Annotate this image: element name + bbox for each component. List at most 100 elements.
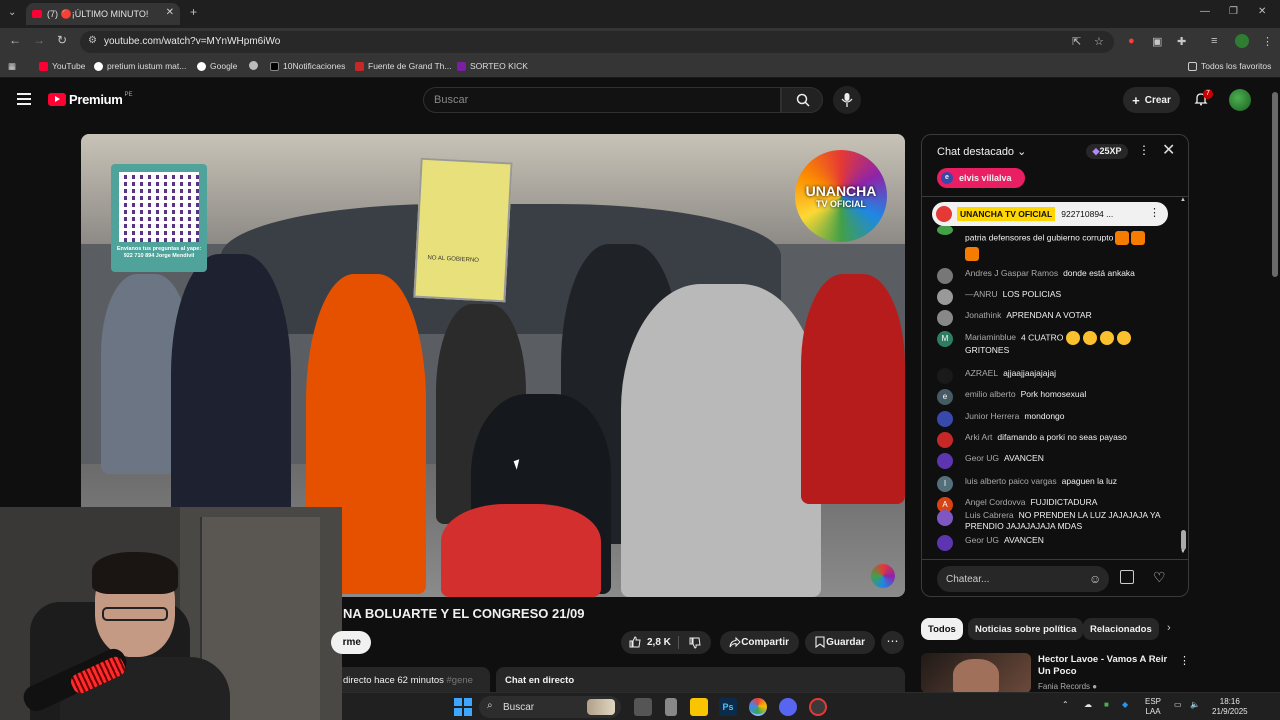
app-icon[interactable] <box>665 698 677 716</box>
chat-avatar[interactable] <box>937 289 953 305</box>
reload-icon[interactable]: ↻ <box>57 33 67 47</box>
bookmark-fuente[interactable]: Fuente de Grand Th... <box>355 61 451 71</box>
bookmark-star-icon[interactable]: ☆ <box>1094 35 1104 48</box>
subscribe-button[interactable]: rme <box>331 631 371 654</box>
browser-tab[interactable]: (7) 🔴¡ÚLTIMO MINUTO! M ✕ <box>26 3 180 25</box>
language-indicator[interactable]: ESP LAA <box>1145 697 1161 717</box>
windows-start-icon[interactable] <box>454 698 472 716</box>
chat-mode-dropdown[interactable]: Chat destacado ⌄ <box>937 145 1026 158</box>
chat-author[interactable]: emilio alberto <box>965 389 1016 399</box>
chat-avatar[interactable] <box>937 510 953 526</box>
security-icon[interactable]: ■ <box>1104 700 1109 710</box>
chevron-right-icon[interactable]: › <box>1167 622 1171 634</box>
chat-author[interactable]: Luis Cabrera <box>965 510 1014 520</box>
chat-author[interactable]: Angel Cordovva <box>965 497 1025 507</box>
xp-badge[interactable]: ◆25XP <box>1086 144 1128 159</box>
volume-icon[interactable]: 🔈 <box>1190 700 1200 710</box>
voice-search-button[interactable] <box>833 86 861 114</box>
pinned-message[interactable]: UNANCHA TV OFICIAL 922710894 ... ⋮ <box>932 202 1168 226</box>
chat-author[interactable]: Jonathink <box>965 310 1001 320</box>
apps-grid-icon[interactable]: ▦ <box>8 61 16 72</box>
chat-avatar[interactable] <box>937 535 953 551</box>
video-description[interactable]: directo hace 62 minutos #gene <box>342 667 490 692</box>
chat-scrollbar[interactable]: ▲ ▼ <box>1180 197 1186 555</box>
chat-avatar[interactable] <box>937 411 953 427</box>
url-text[interactable]: youtube.com/watch?v=MYnWHpm6iWo <box>104 36 280 47</box>
chat-avatar[interactable] <box>937 368 953 384</box>
search-box[interactable] <box>423 87 781 113</box>
highlighted-user-chip[interactable]: e elvis villalva <box>937 168 1025 188</box>
bookmark-pretium[interactable]: pretium iustum mat... <box>94 61 186 71</box>
bookmark-x[interactable]: 10Notificaciones <box>270 61 345 71</box>
chat-author[interactable]: Andres J Gaspar Ramos <box>965 268 1058 278</box>
chip-related[interactable]: Relacionados <box>1083 618 1159 640</box>
clock[interactable]: 18:16 21/9/2025 <box>1212 697 1248 717</box>
photoshop-icon[interactable]: Ps <box>719 698 737 716</box>
onedrive-icon[interactable]: ☁ <box>1084 700 1092 710</box>
chat-avatar[interactable] <box>937 453 953 469</box>
browser-menu-icon[interactable]: ⋮ <box>1262 35 1273 48</box>
chip-politics-news[interactable]: Noticias sobre política <box>968 618 1084 640</box>
chat-author[interactable]: Mariaminblue <box>965 332 1016 342</box>
address-bar[interactable]: ⚙ youtube.com/watch?v=MYnWHpm6iWo <box>80 31 1114 53</box>
extensions-puzzle-icon[interactable]: ✚ <box>1177 35 1186 48</box>
heart-reaction-icon[interactable]: ♡ <box>1153 569 1166 586</box>
chat-author[interactable]: Arki Art <box>965 432 992 442</box>
chat-avatar[interactable] <box>937 268 953 284</box>
minimize-icon[interactable]: — <box>1200 6 1210 17</box>
reading-list-icon[interactable]: ≡ <box>1211 35 1217 47</box>
chat-author[interactable]: Junior Herrera <box>965 411 1019 421</box>
recommended-title[interactable]: Hector Lavoe - Vamos A Reir Un Poco <box>1038 654 1178 678</box>
extension-icon[interactable]: ▣ <box>1152 35 1162 48</box>
pinned-options-icon[interactable]: ⋮ <box>1149 206 1160 219</box>
share-button[interactable]: Compartir <box>720 631 799 654</box>
chat-avatar[interactable]: l <box>937 476 953 492</box>
save-button[interactable]: Guardar <box>805 631 875 654</box>
file-explorer-icon[interactable] <box>690 698 708 716</box>
recommended-options-icon[interactable]: ⋮ <box>1179 654 1190 667</box>
bookmark-globe[interactable] <box>249 61 262 70</box>
chat-input[interactable] <box>937 566 1109 592</box>
bookmark-sorteo[interactable]: SORTEO KICK <box>457 61 528 71</box>
discord-icon[interactable] <box>779 698 797 716</box>
network-app-icon[interactable]: ◆ <box>1122 700 1128 710</box>
chat-scrollbar-thumb[interactable] <box>1181 530 1186 550</box>
video-thumbnail[interactable] <box>921 653 1031 693</box>
extension-red-icon[interactable]: ● <box>1128 35 1135 47</box>
back-icon[interactable]: ← <box>9 33 21 47</box>
install-app-icon[interactable]: ⇱ <box>1072 35 1081 48</box>
account-avatar[interactable] <box>1229 89 1251 111</box>
chrome-icon[interactable] <box>749 698 767 716</box>
chat-avatar[interactable]: e <box>937 389 953 405</box>
chat-options-icon[interactable]: ⋮ <box>1138 143 1150 157</box>
chip-all[interactable]: Todos <box>921 618 963 640</box>
site-info-icon[interactable]: ⚙ <box>88 35 97 46</box>
menu-hamburger-icon[interactable] <box>17 93 31 108</box>
taskbar-search[interactable]: ⌕ Buscar <box>479 696 621 718</box>
super-chat-icon[interactable] <box>1120 570 1134 584</box>
bookmark-google[interactable]: Google <box>197 61 237 71</box>
scroll-up-icon[interactable]: ▲ <box>1180 197 1186 203</box>
live-chat-replay-section[interactable]: Chat en directo <box>496 667 905 692</box>
bookmark-youtube[interactable]: YouTube <box>39 61 85 71</box>
chat-author[interactable]: AZRAEL <box>965 368 998 378</box>
search-button[interactable] <box>781 87 823 113</box>
recommended-video[interactable]: Hector Lavoe - Vamos A Reir Un Poco Fani… <box>921 652 1190 693</box>
tab-search-icon[interactable]: ⌄ <box>8 7 16 18</box>
profile-avatar-icon[interactable] <box>1235 34 1249 48</box>
emoji-picker-icon[interactable]: ☺ <box>1089 572 1101 586</box>
close-chat-icon[interactable]: ✕ <box>1162 140 1175 160</box>
app-circle-icon[interactable] <box>809 698 827 716</box>
window-close-icon[interactable]: ✕ <box>1258 6 1266 17</box>
tray-expand-icon[interactable]: ⌃ <box>1062 700 1069 710</box>
chat-author[interactable]: —ANRU <box>965 289 998 299</box>
search-input[interactable] <box>434 94 734 106</box>
like-button[interactable]: 2,8 K <box>629 636 671 648</box>
chat-avatar[interactable] <box>937 310 953 326</box>
tab-close-icon[interactable]: ✕ <box>166 7 174 18</box>
network-icon[interactable]: ▭ <box>1174 700 1182 710</box>
restore-icon[interactable]: ❐ <box>1229 6 1238 17</box>
chat-author[interactable]: luis alberto paico vargas <box>965 476 1057 486</box>
youtube-premium-logo[interactable]: Premium PE <box>48 92 133 107</box>
dislike-button[interactable] <box>689 637 701 649</box>
